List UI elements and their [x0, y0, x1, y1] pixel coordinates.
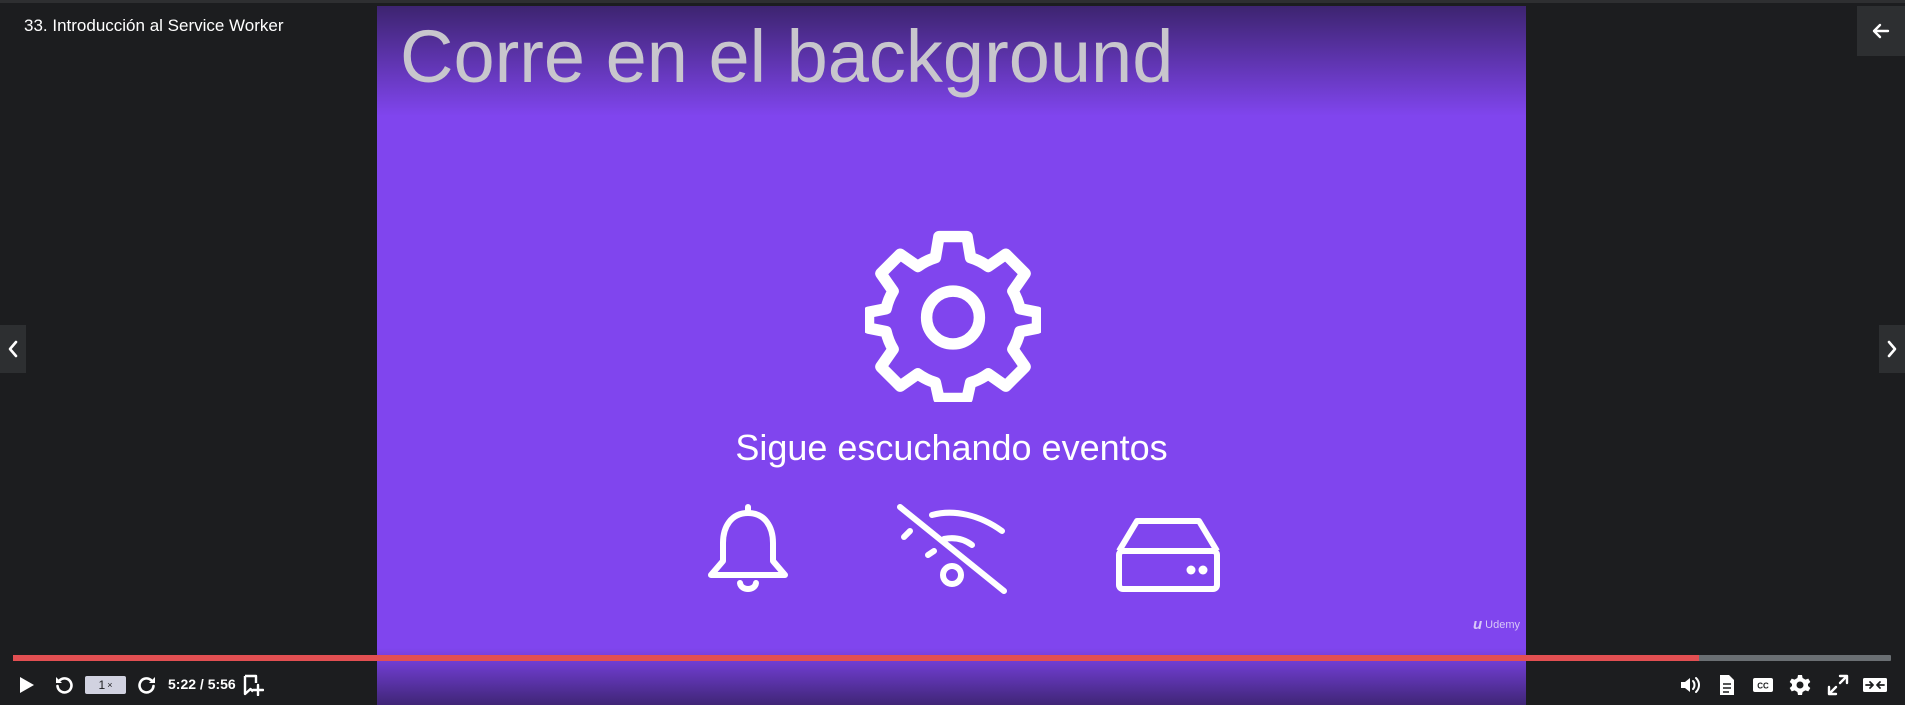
progress-bar[interactable] — [13, 655, 1891, 661]
video-player: 33. Introducción al Service Worker Corre… — [0, 0, 1905, 705]
hard-drive-icon — [1116, 518, 1220, 592]
speed-suffix: × — [107, 680, 113, 690]
captions-button[interactable]: CC — [1750, 668, 1776, 702]
settings-button[interactable] — [1787, 668, 1813, 702]
wifi-off-icon — [897, 504, 1007, 594]
volume-button[interactable] — [1677, 668, 1703, 702]
expand-icon — [1863, 678, 1887, 692]
play-icon — [20, 677, 34, 693]
captions-icon: CC — [1753, 678, 1773, 692]
add-bookmark-button[interactable] — [240, 668, 266, 702]
fullscreen-icon — [1827, 674, 1849, 696]
arrow-left-icon — [1872, 23, 1890, 39]
expand-button[interactable] — [1860, 668, 1890, 702]
control-bar: 1 × 5:22 / 5:56 CC — [0, 668, 1905, 702]
previous-lecture-button[interactable] — [0, 325, 26, 373]
next-lecture-button[interactable] — [1879, 325, 1905, 373]
chevron-right-icon — [1887, 340, 1897, 358]
speed-label: 1 — [98, 678, 106, 692]
settings-icon — [1789, 675, 1811, 695]
forward-icon — [138, 677, 155, 694]
gear-icon — [865, 230, 1041, 402]
transcript-icon — [1720, 675, 1734, 695]
lecture-title: 33. Introducción al Service Worker — [24, 16, 284, 35]
slide-title: Corre en el background — [400, 15, 1174, 98]
exit-button[interactable] — [1857, 6, 1905, 56]
udemy-watermark: u Udemy — [1473, 616, 1520, 633]
transcript-button[interactable] — [1714, 668, 1740, 702]
add-bookmark-icon — [243, 674, 264, 696]
forward-button[interactable] — [134, 668, 160, 702]
watermark-text: Udemy — [1485, 618, 1520, 631]
udemy-logo: u — [1472, 616, 1483, 633]
chevron-left-icon — [8, 340, 18, 358]
play-button[interactable] — [14, 668, 40, 702]
volume-icon — [1681, 677, 1700, 693]
bell-icon — [708, 504, 788, 592]
time-display: 5:22 / 5:56 — [168, 676, 236, 692]
rewind-icon — [56, 677, 73, 694]
video-frame[interactable]: Corre en el background Sigue escuchando … — [377, 6, 1526, 705]
rewind-button[interactable] — [51, 668, 77, 702]
speed-button[interactable]: 1 × — [85, 676, 126, 694]
svg-text:CC: CC — [1757, 682, 1769, 691]
fullscreen-button[interactable] — [1825, 668, 1851, 702]
progress-bar-fill — [13, 655, 1700, 661]
slide-subtitle: Sigue escuchando eventos — [735, 427, 1168, 468]
